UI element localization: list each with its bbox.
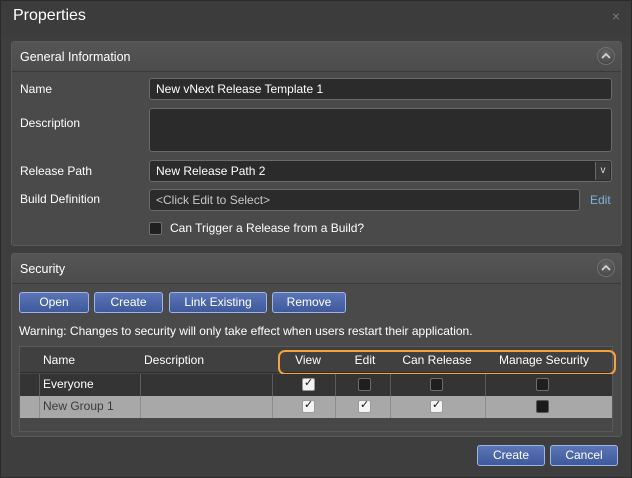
build-definition-field[interactable]: <Click Edit to Select> <box>149 189 580 211</box>
general-information-header[interactable]: General Information <box>12 42 621 72</box>
release-path-select[interactable]: New Release Path 2 v <box>149 160 612 182</box>
can-release-checkbox[interactable] <box>430 398 443 413</box>
name-label: Name <box>20 82 53 96</box>
cell-divider <box>272 374 273 396</box>
grid-header: Name Description View Edit Can Release M… <box>20 347 616 375</box>
cell-divider <box>272 396 273 418</box>
build-definition-label: Build Definition <box>20 192 101 206</box>
column-manage-security[interactable]: Manage Security <box>490 353 598 367</box>
cell-divider <box>335 374 336 396</box>
link-existing-button[interactable]: Link Existing <box>169 292 267 313</box>
column-view[interactable]: View <box>282 353 334 367</box>
cell-divider <box>140 374 141 396</box>
create-button[interactable]: Create <box>477 445 545 466</box>
general-information-section: General Information Name New vNext Relea… <box>11 41 622 246</box>
dialog-title: Properties <box>13 7 86 24</box>
edit-checkbox[interactable] <box>358 398 371 413</box>
cell-divider <box>335 396 336 418</box>
cell-divider <box>140 396 141 418</box>
description-input[interactable] <box>149 108 612 152</box>
can-release-checkbox[interactable] <box>430 378 443 391</box>
edit-build-definition-link[interactable]: Edit <box>590 193 611 207</box>
security-grid: Name Description View Edit Can Release M… <box>19 346 616 432</box>
row-name: Everyone <box>43 377 94 391</box>
cell-divider <box>390 396 391 418</box>
title-bar: Properties × <box>1 1 631 35</box>
cell-divider <box>485 374 486 396</box>
chevron-up-icon <box>601 52 611 59</box>
close-icon[interactable]: × <box>609 9 623 23</box>
release-path-value: New Release Path 2 <box>156 164 266 178</box>
collapse-general-button[interactable] <box>597 47 615 65</box>
column-description[interactable]: Description <box>144 353 204 367</box>
security-warning: Warning: Changes to security will only t… <box>19 324 473 338</box>
security-header[interactable]: Security <box>12 254 621 284</box>
cell-divider <box>485 396 486 418</box>
manage-security-checkbox[interactable] <box>536 378 549 391</box>
description-label: Description <box>20 116 81 130</box>
edit-checkbox[interactable] <box>358 378 371 391</box>
remove-button[interactable]: Remove <box>272 292 346 313</box>
column-can-release[interactable]: Can Release <box>392 353 482 367</box>
trigger-release-checkbox[interactable] <box>149 222 162 235</box>
release-path-label: Release Path <box>20 164 93 178</box>
row-indicator <box>20 374 40 396</box>
properties-dialog: Properties × General Information Name Ne… <box>0 0 632 478</box>
table-row[interactable]: Everyone <box>20 374 612 396</box>
create-security-button[interactable]: Create <box>94 292 163 313</box>
row-indicator <box>20 396 40 418</box>
table-row[interactable]: New Group 1 <box>20 396 612 418</box>
open-button[interactable]: Open <box>19 292 89 313</box>
row-name: New Group 1 <box>43 399 114 413</box>
manage-security-checkbox[interactable] <box>536 400 549 413</box>
cell-divider <box>390 374 391 396</box>
cancel-button[interactable]: Cancel <box>550 445 618 466</box>
trigger-release-label: Can Trigger a Release from a Build? <box>170 221 365 235</box>
column-edit[interactable]: Edit <box>340 353 390 367</box>
name-input[interactable]: New vNext Release Template 1 <box>149 78 612 100</box>
chevron-down-icon[interactable]: v <box>595 162 610 180</box>
collapse-security-button[interactable] <box>597 259 615 277</box>
view-checkbox[interactable] <box>302 398 315 413</box>
view-checkbox[interactable] <box>302 376 315 391</box>
section-title: General Information <box>20 50 131 64</box>
chevron-up-icon <box>601 264 611 271</box>
section-title: Security <box>20 262 66 276</box>
column-name[interactable]: Name <box>43 353 75 367</box>
